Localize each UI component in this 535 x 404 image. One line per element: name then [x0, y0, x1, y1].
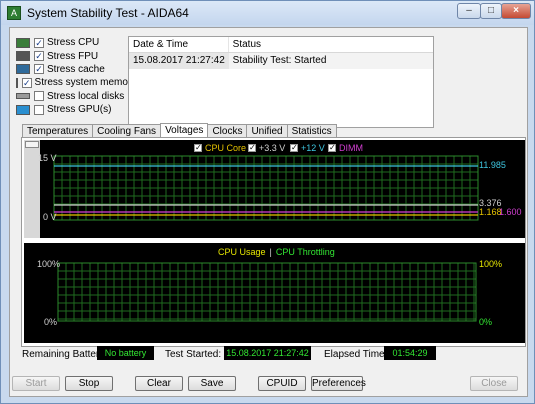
cache-icon	[16, 64, 30, 75]
gpu-icon	[16, 104, 30, 115]
legend-separator: |	[269, 247, 272, 257]
voltage-graph: ✓ CPU Core ✓ +3.3 V ✓ +12 V ✓ DIMM 15 V …	[24, 140, 525, 238]
graph-tabs: Temperatures Cooling Fans Voltages Clock…	[22, 123, 337, 138]
test-started-label: Test Started:	[165, 349, 222, 360]
log-header: Date & Time Status	[129, 37, 433, 53]
tab-voltages[interactable]: Voltages	[160, 123, 209, 138]
clear-button[interactable]: Clear	[135, 376, 183, 391]
legend-12v[interactable]: ✓ +12 V	[290, 143, 325, 153]
legend-checkbox-cpu-core[interactable]: ✓	[194, 144, 202, 152]
legend-label-12v: +12 V	[301, 143, 325, 153]
stress-option-fpu[interactable]: ✓ Stress FPU	[16, 49, 126, 62]
cpu-icon	[16, 37, 30, 48]
minimize-button[interactable]: –	[457, 3, 481, 19]
stress-option-disks[interactable]: Stress local disks	[16, 90, 126, 103]
checkbox-stress-gpu[interactable]	[34, 104, 44, 115]
stress-options: ✓ Stress CPU ✓ Stress FPU ✓ Stress cache…	[16, 36, 136, 116]
tab-temperatures[interactable]: Temperatures	[22, 124, 94, 138]
value-dimm: 1.600	[499, 207, 522, 217]
app-icon: A	[7, 6, 21, 20]
app-window: A System Stability Test - AIDA64 – □ × ✓…	[0, 0, 535, 404]
tab-unified[interactable]: Unified	[246, 124, 288, 138]
stress-memory-label: Stress system memory	[34, 77, 137, 89]
checkbox-stress-disks[interactable]	[34, 91, 44, 102]
maximize-button[interactable]: □	[480, 3, 502, 19]
checkbox-stress-fpu[interactable]: ✓	[34, 51, 44, 62]
close-window-button[interactable]: ×	[501, 3, 531, 19]
checkbox-stress-cache[interactable]: ✓	[34, 64, 44, 75]
preferences-button[interactable]: Preferences	[311, 376, 366, 391]
legend-checkbox-12v[interactable]: ✓	[290, 144, 298, 152]
left-axis-top-label: 100%	[37, 259, 61, 269]
legend-label-3v3: +3.3 V	[259, 143, 286, 153]
stress-option-cpu[interactable]: ✓ Stress CPU	[16, 36, 126, 49]
legend-cpu-core[interactable]: ✓ CPU Core	[194, 143, 246, 153]
memory-icon	[16, 77, 18, 88]
title-bar: A System Stability Test - AIDA64 – □ ×	[1, 1, 534, 25]
value-12v: 11.985	[479, 160, 506, 170]
save-button[interactable]: Save	[188, 376, 236, 391]
checkbox-stress-cpu[interactable]: ✓	[34, 37, 44, 48]
stress-cpu-label: Stress CPU	[47, 37, 100, 49]
stress-fpu-label: Stress FPU	[47, 50, 99, 62]
y-axis-bottom-label: 0 V	[43, 212, 57, 222]
log-row-datetime: 15.08.2017 21:27:42	[129, 53, 229, 69]
left-axis-bottom-label: 0%	[44, 317, 58, 327]
battery-label: Remaining Battery:	[22, 349, 108, 360]
log-row[interactable]: 15.08.2017 21:27:42 Stability Test: Star…	[129, 53, 433, 69]
cpuid-button[interactable]: CPUID	[258, 376, 306, 391]
status-bar: Remaining Battery: No battery Test Start…	[10, 346, 529, 364]
tab-clocks[interactable]: Clocks	[207, 124, 248, 138]
cpu-graph-legend: CPU Usage | CPU Throttling	[218, 247, 335, 257]
event-log-table[interactable]: Date & Time Status 15.08.2017 21:27:42 S…	[128, 36, 434, 128]
legend-checkbox-dimm[interactable]: ✓	[328, 144, 336, 152]
button-row: Start Stop Clear Save CPUID Preferences …	[10, 376, 529, 392]
column-status[interactable]: Status	[229, 37, 433, 52]
checkbox-stress-memory[interactable]: ✓	[22, 77, 32, 88]
stress-option-memory[interactable]: ✓ Stress system memory	[16, 76, 136, 89]
stress-option-cache[interactable]: ✓ Stress cache	[16, 63, 126, 76]
legend-cpu-throttling: CPU Throttling	[275, 247, 335, 257]
battery-value: No battery	[97, 346, 154, 360]
voltages-tab-panel: ✓ CPU Core ✓ +3.3 V ✓ +12 V ✓ DIMM 15 V …	[21, 137, 526, 347]
fpu-icon	[16, 51, 30, 62]
legend-checkbox-3v3[interactable]: ✓	[248, 144, 256, 152]
stress-option-gpu[interactable]: Stress GPU(s)	[16, 103, 126, 116]
legend-cpu-usage: CPU Usage	[218, 247, 266, 257]
cpu-usage-graph: CPU Usage | CPU Throttling 100% 0% 100% …	[24, 243, 525, 343]
voltage-grid-svg	[53, 155, 479, 221]
start-button[interactable]: Start	[12, 376, 60, 391]
stop-button[interactable]: Stop	[65, 376, 113, 391]
main-panel: ✓ Stress CPU ✓ Stress FPU ✓ Stress cache…	[9, 27, 528, 397]
elapsed-time-label: Elapsed Time:	[324, 349, 388, 360]
window-title: System Stability Test - AIDA64	[27, 6, 189, 20]
close-button[interactable]: Close	[470, 376, 518, 391]
tab-cooling-fans[interactable]: Cooling Fans	[92, 124, 162, 138]
cpu-grid-svg	[57, 262, 477, 322]
test-started-value: 15.08.2017 21:27:42	[224, 346, 311, 360]
stress-gpu-label: Stress GPU(s)	[47, 104, 112, 116]
right-axis-bottom-label: 0%	[479, 317, 493, 327]
legend-label-dimm: DIMM	[339, 143, 363, 153]
disk-icon	[16, 93, 30, 100]
column-datetime[interactable]: Date & Time	[129, 37, 229, 52]
y-axis-top-label: 15 V	[38, 153, 57, 163]
stress-cache-label: Stress cache	[47, 63, 105, 75]
right-axis-top-label: 100%	[479, 259, 503, 269]
stress-disks-label: Stress local disks	[47, 90, 125, 102]
log-row-status: Stability Test: Started	[232, 55, 327, 66]
legend-3v3[interactable]: ✓ +3.3 V	[248, 143, 285, 153]
legend-dimm[interactable]: ✓ DIMM	[328, 143, 363, 153]
legend-label-cpu-core: CPU Core	[205, 143, 247, 153]
tab-statistics[interactable]: Statistics	[286, 124, 337, 138]
elapsed-time-value: 01:54:29	[384, 346, 436, 360]
